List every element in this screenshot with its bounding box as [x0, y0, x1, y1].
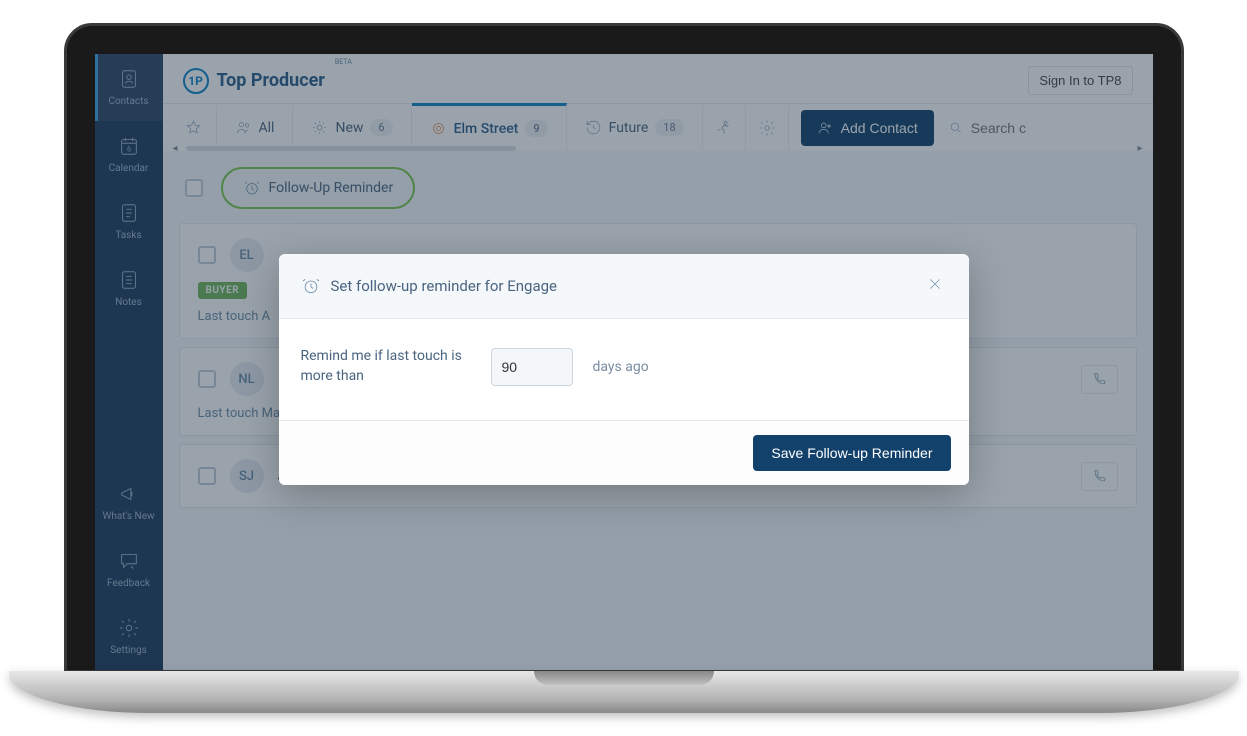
close-icon	[927, 276, 943, 292]
modal-title: Set follow-up reminder for Engage	[331, 277, 557, 295]
modal-header: Set follow-up reminder for Engage	[279, 254, 969, 319]
laptop-screen: Contacts 6 Calendar Tasks Notes	[95, 54, 1153, 670]
laptop-frame: Contacts 6 Calendar Tasks Notes	[64, 23, 1184, 713]
modal-close-button[interactable]	[923, 272, 947, 300]
laptop-notch	[534, 671, 714, 685]
alarm-icon	[301, 276, 321, 296]
modal-overlay[interactable]: Set follow-up reminder for Engage Remind…	[95, 54, 1153, 670]
laptop-bezel: Contacts 6 Calendar Tasks Notes	[64, 23, 1184, 673]
days-input[interactable]	[491, 348, 573, 386]
app-root: Contacts 6 Calendar Tasks Notes	[95, 54, 1153, 670]
modal-footer: Save Follow-up Reminder	[279, 420, 969, 485]
followup-modal: Set follow-up reminder for Engage Remind…	[279, 254, 969, 485]
modal-body: Remind me if last touch is more than day…	[279, 319, 969, 420]
save-reminder-button[interactable]: Save Follow-up Reminder	[753, 435, 950, 471]
laptop-base	[9, 671, 1239, 713]
modal-prompt: Remind me if last touch is more than	[301, 347, 471, 386]
days-suffix: days ago	[593, 359, 649, 375]
